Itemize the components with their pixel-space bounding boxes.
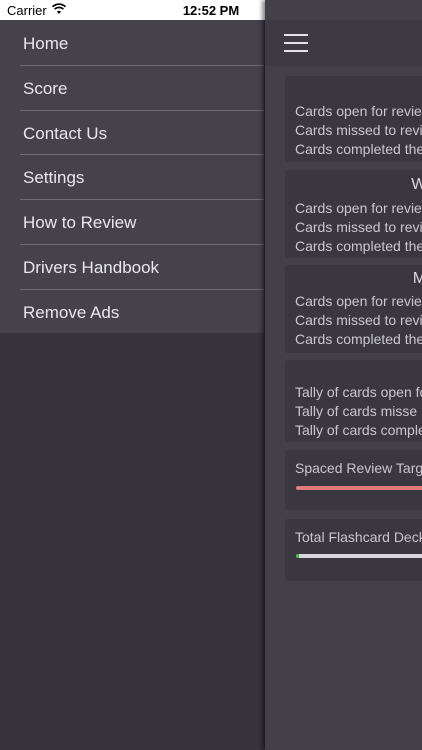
spaced-review-progress-bar	[296, 486, 422, 490]
card-line: Cards missed to revie	[295, 219, 422, 235]
card-line: Cards open for review	[295, 103, 422, 119]
card-line: Cards missed to revi	[295, 122, 422, 138]
card-line: Cards missed to revie	[295, 312, 422, 328]
card-line: Cards completed the	[295, 331, 422, 347]
menu-item-contact-us[interactable]: Contact Us	[23, 112, 264, 156]
menu-divider	[20, 110, 264, 111]
monthly-stats-card: Mo Cards open for review Cards missed to…	[285, 265, 422, 353]
card-line: Cards completed the	[295, 238, 422, 254]
menu-item-drivers-handbook[interactable]: Drivers Handbook	[23, 246, 264, 290]
card-line: Tally of cards misse	[295, 403, 418, 419]
total-deck-card: Total Flashcard Deck	[285, 519, 422, 581]
nav-bar	[265, 20, 422, 66]
menu-item-home[interactable]: Home	[23, 22, 264, 66]
total-deck-progress-bar	[296, 554, 422, 558]
menu-item-score[interactable]: Score	[23, 67, 264, 111]
card-line: Tally of cards open fo	[295, 384, 422, 400]
total-deck-progress-fill	[296, 554, 299, 558]
card-title: D	[285, 80, 422, 98]
card-line: Cards open for review	[295, 293, 422, 309]
main-content-panel: D Cards open for review Cards missed to …	[265, 0, 422, 750]
weekly-stats-card: We Cards open for review Cards missed to…	[285, 170, 422, 258]
menu-divider	[20, 289, 264, 290]
menu-divider	[20, 244, 264, 245]
menu-item-settings[interactable]: Settings	[23, 156, 264, 200]
menu-item-how-to-review[interactable]: How to Review	[23, 201, 264, 245]
spaced-review-card: Spaced Review Targe	[285, 450, 422, 510]
card-line: Tally of cards comple	[295, 422, 422, 438]
tally-stats-card: Tally of cards open fo Tally of cards mi…	[285, 360, 422, 442]
card-line: Cards open for review	[295, 200, 422, 216]
total-deck-label: Total Flashcard Deck	[295, 529, 422, 545]
menu-background	[0, 333, 264, 750]
spaced-review-label: Spaced Review Targe	[295, 460, 422, 476]
menu-divider	[20, 65, 264, 66]
side-menu: Home Score Contact Us Settings How to Re…	[0, 20, 264, 333]
card-title: Mo	[412, 270, 422, 287]
hamburger-menu-icon[interactable]	[284, 34, 308, 52]
menu-divider	[20, 154, 264, 155]
spaced-review-progress-fill	[296, 486, 422, 490]
daily-stats-card: D Cards open for review Cards missed to …	[285, 76, 422, 162]
card-line: Cards completed the	[295, 141, 422, 157]
card-title: We	[411, 176, 422, 193]
menu-divider	[20, 199, 264, 200]
menu-item-remove-ads[interactable]: Remove Ads	[23, 291, 264, 335]
